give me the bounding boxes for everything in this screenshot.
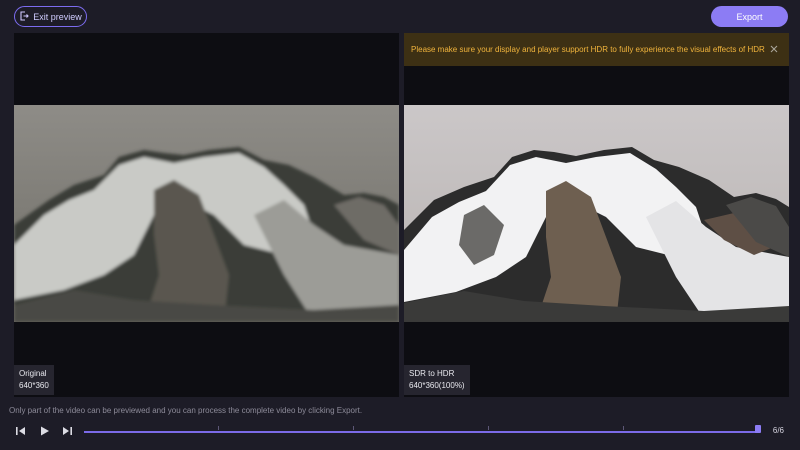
hdr-label: SDR to HDR (409, 369, 455, 378)
exit-preview-button[interactable]: Exit preview (14, 6, 87, 27)
step-forward-icon (63, 427, 72, 435)
segment-counter: 6/6 (772, 426, 784, 435)
original-label: Original (19, 369, 47, 378)
original-label-box: Original 640*360 (14, 365, 54, 395)
exit-preview-label: Exit preview (33, 11, 82, 22)
hdr-video-frame (404, 105, 789, 322)
next-frame-button[interactable] (60, 424, 74, 438)
timeline-tick (218, 426, 219, 430)
preview-timeline[interactable] (84, 425, 761, 437)
close-icon[interactable] (769, 44, 779, 54)
hdr-preview-pane: Please make sure your display and player… (404, 33, 789, 397)
timeline-tick (353, 426, 354, 430)
original-video-frame (14, 105, 399, 322)
hdr-resolution: 640*360(100%) (409, 381, 465, 390)
previous-frame-button[interactable] (14, 424, 28, 438)
timeline-progress-track (84, 431, 758, 433)
timeline-tick (623, 426, 624, 430)
timeline-tick (488, 426, 489, 430)
play-icon (41, 426, 49, 436)
step-back-icon (16, 427, 25, 435)
original-preview-pane: Original 640*360 (14, 33, 399, 397)
hdr-label-box: SDR to HDR 640*360(100%) (404, 365, 470, 395)
play-button[interactable] (37, 424, 51, 438)
playback-controls (14, 423, 74, 439)
original-resolution: 640*360 (19, 381, 49, 390)
export-button[interactable]: Export (711, 6, 788, 27)
hdr-notice-text: Please make sure your display and player… (411, 45, 765, 54)
export-hint-text: Only part of the video can be previewed … (9, 406, 363, 415)
timeline-handle[interactable] (755, 425, 761, 433)
hdr-notice-banner: Please make sure your display and player… (404, 33, 789, 66)
exit-icon (19, 10, 30, 23)
